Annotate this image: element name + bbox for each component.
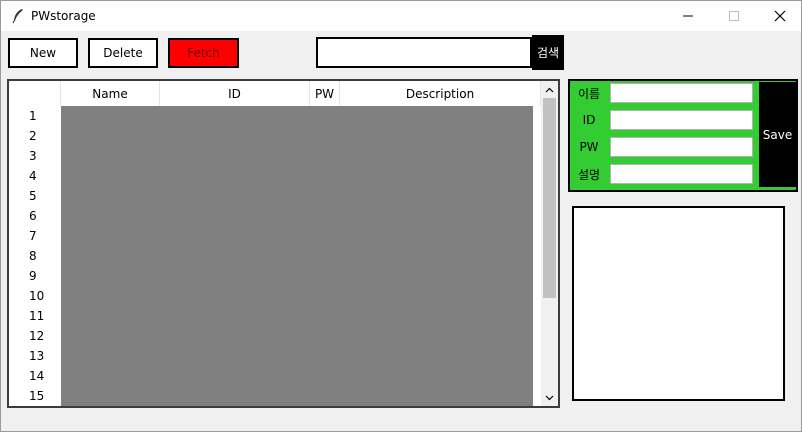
column-header-name[interactable]: Name bbox=[60, 81, 159, 106]
minimize-icon[interactable] bbox=[665, 1, 711, 31]
search-button[interactable]: 검색 bbox=[532, 35, 564, 70]
close-icon[interactable] bbox=[757, 1, 802, 31]
new-button[interactable]: New bbox=[8, 38, 78, 68]
save-button[interactable]: Save bbox=[759, 82, 796, 187]
row-number[interactable]: 8 bbox=[9, 246, 61, 266]
delete-button[interactable]: Delete bbox=[88, 38, 158, 68]
description-field[interactable] bbox=[610, 164, 753, 184]
row-number[interactable]: 2 bbox=[9, 126, 61, 146]
row-number[interactable]: 14 bbox=[9, 366, 61, 386]
row-number[interactable]: 12 bbox=[9, 326, 61, 346]
table-header: Name ID PW Description bbox=[9, 81, 541, 106]
row-number[interactable]: 9 bbox=[9, 266, 61, 286]
column-header-id[interactable]: ID bbox=[159, 81, 309, 106]
row-number[interactable]: 6 bbox=[9, 206, 61, 226]
search-input[interactable] bbox=[316, 37, 532, 68]
vertical-scrollbar[interactable] bbox=[541, 81, 558, 406]
column-header-description[interactable]: Description bbox=[339, 81, 541, 106]
password-table[interactable]: Name ID PW Description 1 2 3 4 5 6 7 8 9… bbox=[7, 79, 560, 408]
row-number[interactable]: 5 bbox=[9, 186, 61, 206]
column-header-pw[interactable]: PW bbox=[309, 81, 339, 106]
table-grid-area[interactable] bbox=[61, 106, 533, 406]
maximize-icon[interactable] bbox=[711, 1, 757, 31]
pw-field[interactable] bbox=[610, 137, 753, 157]
app-window: PWstorage New Delete Fetch 검색 Name ID PW… bbox=[0, 0, 802, 432]
entry-form: 이름 ID PW 설명 Save bbox=[568, 79, 798, 192]
id-label: ID bbox=[582, 113, 596, 127]
row-number[interactable]: 1 bbox=[9, 106, 61, 126]
window-title: PWstorage bbox=[31, 9, 96, 23]
row-number[interactable]: 15 bbox=[9, 386, 61, 406]
name-field[interactable] bbox=[610, 83, 753, 103]
row-number[interactable]: 10 bbox=[9, 286, 61, 306]
name-label: 이름 bbox=[577, 86, 601, 101]
detail-text-area[interactable] bbox=[572, 206, 785, 401]
row-number[interactable]: 7 bbox=[9, 226, 61, 246]
feather-icon bbox=[11, 8, 25, 24]
scrollbar-thumb[interactable] bbox=[543, 98, 556, 298]
description-label: 설명 bbox=[577, 167, 601, 182]
row-number[interactable]: 13 bbox=[9, 346, 61, 366]
id-field[interactable] bbox=[610, 110, 753, 130]
pw-label: PW bbox=[579, 140, 599, 154]
scroll-down-icon[interactable] bbox=[541, 389, 558, 406]
title-bar: PWstorage bbox=[1, 1, 801, 31]
row-number[interactable]: 4 bbox=[9, 166, 61, 186]
row-number[interactable]: 3 bbox=[9, 146, 61, 166]
scroll-up-icon[interactable] bbox=[541, 81, 558, 98]
row-number[interactable]: 11 bbox=[9, 306, 61, 326]
fetch-button[interactable]: Fetch bbox=[168, 38, 239, 68]
